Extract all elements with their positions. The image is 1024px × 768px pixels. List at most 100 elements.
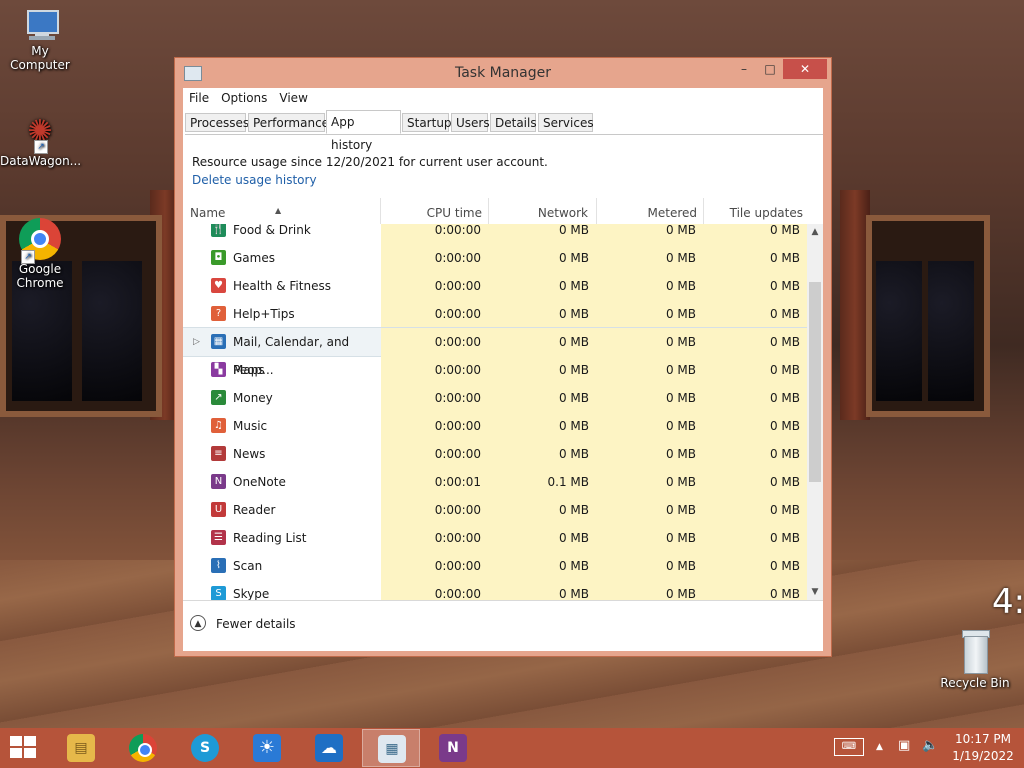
tab-app-history[interactable]: App history bbox=[326, 110, 401, 152]
onedrive-icon: ☁ bbox=[315, 734, 343, 762]
delete-usage-history-link[interactable]: Delete usage history bbox=[192, 173, 317, 187]
volume-icon[interactable]: 🔈 bbox=[922, 738, 938, 753]
taskbar-weather[interactable]: ☀ bbox=[238, 729, 296, 767]
tile-updates-value: 0 MB bbox=[704, 412, 807, 440]
fewer-details-button[interactable]: Fewer details bbox=[216, 617, 296, 631]
table-row[interactable]: ◘ Games 0:00:00 0 MB 0 MB 0 MB bbox=[183, 244, 807, 272]
tile-updates-value: 0 MB bbox=[704, 552, 807, 580]
desktop-icon-recycle-bin[interactable]: Recycle Bin bbox=[935, 630, 1015, 690]
taskbar-onenote[interactable]: N bbox=[424, 729, 482, 767]
task-manager-window[interactable]: Task Manager – □ ✕ File Options View Proce… bbox=[174, 57, 832, 657]
desktop-icon-google-chrome[interactable]: ↗ Google Chrome bbox=[0, 218, 80, 290]
table-row[interactable]: ↗ Money 0:00:00 0 MB 0 MB 0 MB bbox=[183, 384, 807, 412]
network-value: 0 MB bbox=[489, 300, 597, 328]
app-name: Mail, Calendar, and Peop... bbox=[233, 335, 350, 377]
app-name: Food & Drink bbox=[233, 224, 311, 237]
metered-network-value: 0 MB bbox=[597, 580, 704, 600]
tile-updates-value: 0 MB bbox=[704, 440, 807, 468]
cpu-time-value: 0:00:00 bbox=[381, 440, 489, 468]
tab-services[interactable]: Services bbox=[538, 113, 594, 132]
network-value: 0.1 MB bbox=[489, 468, 597, 496]
column-tile-updates[interactable]: Tile updates bbox=[704, 198, 807, 224]
app-history-table: 🍴 Food & Drink 0:00:00 0 MB 0 MB 0 MB ◘ Games 0:… bbox=[183, 224, 807, 600]
computer-icon bbox=[23, 8, 59, 42]
cpu-time-value: 0:00:00 bbox=[381, 412, 489, 440]
taskbar-file-explorer[interactable]: ▤ bbox=[52, 729, 110, 767]
desktop-clock-overlay: 4: bbox=[992, 582, 1024, 622]
menu-view[interactable]: View bbox=[273, 88, 313, 108]
table-row[interactable]: ? Help+Tips 0:00:00 0 MB 0 MB 0 MB bbox=[183, 300, 807, 328]
column-name[interactable]: ▲ Name bbox=[183, 198, 381, 224]
metered-network-value: 0 MB bbox=[597, 412, 704, 440]
table-row[interactable]: U Reader 0:00:00 0 MB 0 MB 0 MB bbox=[183, 496, 807, 524]
table-row[interactable]: ▷ ▦ Mail, Calendar, and Peop... 0:00:00 0 MB… bbox=[183, 327, 807, 377]
app-name: Health & Fitness bbox=[233, 279, 331, 293]
close-button[interactable]: ✕ bbox=[783, 59, 827, 79]
tab-performance[interactable]: Performance bbox=[248, 113, 329, 132]
desktop-icon-label: DataWagon... bbox=[0, 154, 82, 168]
tile-updates-value: 0 MB bbox=[704, 496, 807, 524]
resource-usage-since: Resource usage since 12/20/2021 for curr… bbox=[192, 155, 548, 169]
tab-processes[interactable]: Processes bbox=[185, 113, 249, 132]
table-row[interactable]: ☰ Reading List 0:00:00 0 MB 0 MB 0 MB bbox=[183, 524, 807, 552]
keyboard-icon[interactable]: ⌨ bbox=[834, 738, 864, 756]
table-row[interactable]: S Skype 0:00:00 0 MB 0 MB 0 MB bbox=[183, 580, 807, 600]
network-value: 0 MB bbox=[489, 384, 597, 412]
start-button[interactable] bbox=[8, 736, 38, 760]
table-row[interactable]: ♥ Health & Fitness 0:00:00 0 MB 0 MB 0 MB bbox=[183, 272, 807, 300]
show-hidden-icons-icon[interactable]: ▲ bbox=[876, 742, 883, 752]
tab-details[interactable]: Details bbox=[490, 113, 537, 132]
recycle-bin-icon bbox=[960, 630, 990, 674]
scroll-thumb[interactable] bbox=[809, 282, 821, 482]
network-value: 0 MB bbox=[489, 496, 597, 524]
cpu-time-value: 0:00:00 bbox=[381, 496, 489, 524]
windows-logo-icon bbox=[10, 736, 22, 746]
taskbar-clock[interactable]: 10:17 PM 1/19/2022 bbox=[950, 731, 1016, 765]
scroll-down-icon[interactable]: ▼ bbox=[807, 584, 823, 600]
network-value: 0 MB bbox=[489, 272, 597, 300]
app-name: Reader bbox=[233, 503, 276, 517]
column-network[interactable]: Network bbox=[489, 198, 597, 224]
menu-options[interactable]: Options bbox=[215, 88, 273, 108]
column-cpu-time[interactable]: CPU time bbox=[381, 198, 489, 224]
title-bar[interactable]: Task Manager – □ ✕ bbox=[175, 58, 831, 88]
taskbar-time: 10:17 PM bbox=[955, 732, 1011, 746]
table-row[interactable]: N OneNote 0:00:01 0.1 MB 0 MB 0 MB bbox=[183, 468, 807, 496]
menu-file[interactable]: File bbox=[183, 88, 215, 108]
scroll-up-icon[interactable]: ▲ bbox=[807, 224, 823, 240]
tab-startup[interactable]: Startup bbox=[402, 113, 452, 132]
tile-updates-value: 0 MB bbox=[704, 356, 807, 384]
menu-bar: File Options View bbox=[183, 88, 823, 108]
vertical-scrollbar[interactable]: ▲ ▼ bbox=[807, 224, 823, 600]
column-name-label: Name bbox=[190, 206, 226, 220]
desktop-icon-my-computer[interactable]: My Computer bbox=[0, 8, 80, 72]
chevron-up-icon[interactable]: ▲ bbox=[190, 615, 206, 631]
taskbar-skype[interactable]: S bbox=[176, 729, 234, 767]
app-name: Scan bbox=[233, 559, 263, 573]
taskbar-onedrive[interactable]: ☁ bbox=[300, 729, 358, 767]
app-name: OneNote bbox=[233, 475, 286, 489]
metered-network-value: 0 MB bbox=[597, 524, 704, 552]
tile-updates-value: 0 MB bbox=[704, 468, 807, 496]
app-name: Skype bbox=[233, 587, 270, 600]
table-row[interactable]: ⌇ Scan 0:00:00 0 MB 0 MB 0 MB bbox=[183, 552, 807, 580]
taskbar-chrome[interactable] bbox=[114, 729, 172, 767]
app-name: Games bbox=[233, 251, 275, 265]
desktop-icon-datawagon[interactable]: ✺ ↗ DataWagon... bbox=[0, 112, 82, 168]
table-row[interactable]: ♫ Music 0:00:00 0 MB 0 MB 0 MB bbox=[183, 412, 807, 440]
table-row[interactable]: 🍴 Food & Drink 0:00:00 0 MB 0 MB 0 MB bbox=[183, 224, 807, 244]
minimize-button[interactable]: – bbox=[731, 59, 757, 79]
maximize-button[interactable]: □ bbox=[757, 59, 783, 79]
skype-icon: S bbox=[191, 734, 219, 762]
network-value: 0 MB bbox=[489, 580, 597, 600]
column-metered-network[interactable]: Metered network bbox=[597, 198, 704, 250]
metered-network-value: 0 MB bbox=[597, 468, 704, 496]
table-row[interactable]: ▚ Maps 0:00:00 0 MB 0 MB 0 MB bbox=[183, 356, 807, 384]
taskbar-task-manager[interactable]: ▦ bbox=[362, 729, 420, 767]
metered-network-value: 0 MB bbox=[597, 224, 704, 244]
task-manager-icon: ▦ bbox=[378, 735, 406, 763]
network-icon[interactable]: ▣ bbox=[898, 738, 910, 753]
sort-ascending-icon: ▲ bbox=[275, 206, 282, 215]
table-row[interactable]: ≡ News 0:00:00 0 MB 0 MB 0 MB bbox=[183, 440, 807, 468]
tab-users[interactable]: Users bbox=[451, 113, 490, 132]
